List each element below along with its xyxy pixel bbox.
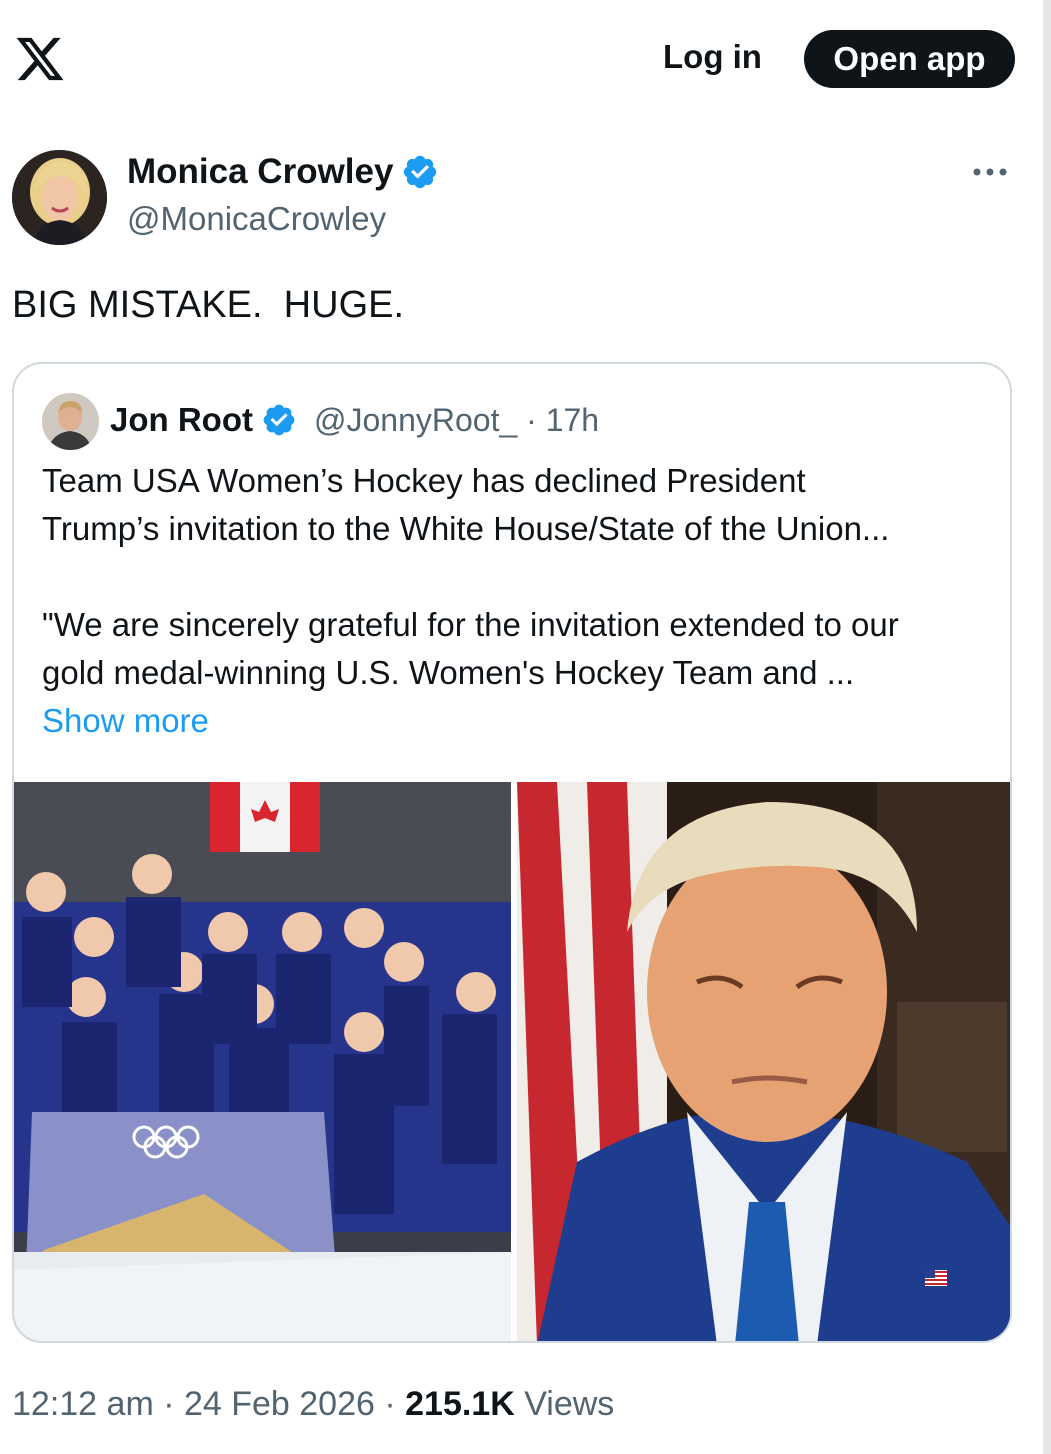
tweet-timestamp-row: 12:12 am · 24 Feb 2026 · 215.1K Views bbox=[12, 1385, 614, 1424]
tweet-text: BIG MISTAKE. HUGE. bbox=[12, 284, 405, 326]
author-handle[interactable]: @MonicaCrowley bbox=[127, 200, 386, 238]
quoted-author-name[interactable]: Jon Root bbox=[110, 401, 297, 439]
x-logo-icon[interactable] bbox=[14, 33, 66, 85]
views-label: Views bbox=[514, 1385, 615, 1423]
quoted-text-line: Team USA Women’s Hockey has declined Pre… bbox=[42, 462, 806, 499]
quoted-author-name-text: Jon Root bbox=[110, 401, 253, 438]
verified-badge-icon bbox=[404, 155, 437, 189]
quoted-text-line: Trump’s invitation to the White House/St… bbox=[42, 510, 890, 547]
trump-portrait-photo[interactable] bbox=[517, 782, 1010, 1341]
author-name-text: Monica Crowley bbox=[127, 152, 394, 191]
quoted-tweet-card[interactable]: Jon Root @JonnyRoot_ · 17h Team USA Wome… bbox=[12, 362, 1012, 1343]
tweet-timestamp[interactable]: 12:12 am · 24 Feb 2026 · bbox=[12, 1385, 405, 1423]
quoted-author-meta: @JonnyRoot_ · 17h bbox=[314, 402, 599, 439]
team-usa-hockey-photo[interactable] bbox=[14, 782, 511, 1341]
verified-badge-icon bbox=[263, 404, 295, 436]
scrollbar[interactable] bbox=[1043, 0, 1051, 1454]
quoted-author-avatar[interactable] bbox=[42, 393, 99, 450]
show-more-link[interactable]: Show more bbox=[42, 702, 209, 740]
open-app-button[interactable]: Open app bbox=[804, 30, 1015, 88]
quoted-time[interactable]: · 17h bbox=[526, 402, 599, 438]
more-options-icon[interactable] bbox=[972, 162, 1008, 182]
top-bar: Log in Open app bbox=[0, 0, 1040, 120]
views-count: 215.1K bbox=[405, 1385, 515, 1423]
author-name[interactable]: Monica Crowley bbox=[127, 152, 439, 192]
login-link[interactable]: Log in bbox=[663, 38, 762, 76]
author-avatar[interactable] bbox=[12, 150, 107, 245]
quoted-author-handle[interactable]: @JonnyRoot_ bbox=[314, 402, 517, 438]
quoted-text-line: "We are sincerely grateful for the invit… bbox=[42, 606, 899, 643]
quoted-text-line: gold medal-winning U.S. Women's Hockey T… bbox=[42, 654, 855, 691]
